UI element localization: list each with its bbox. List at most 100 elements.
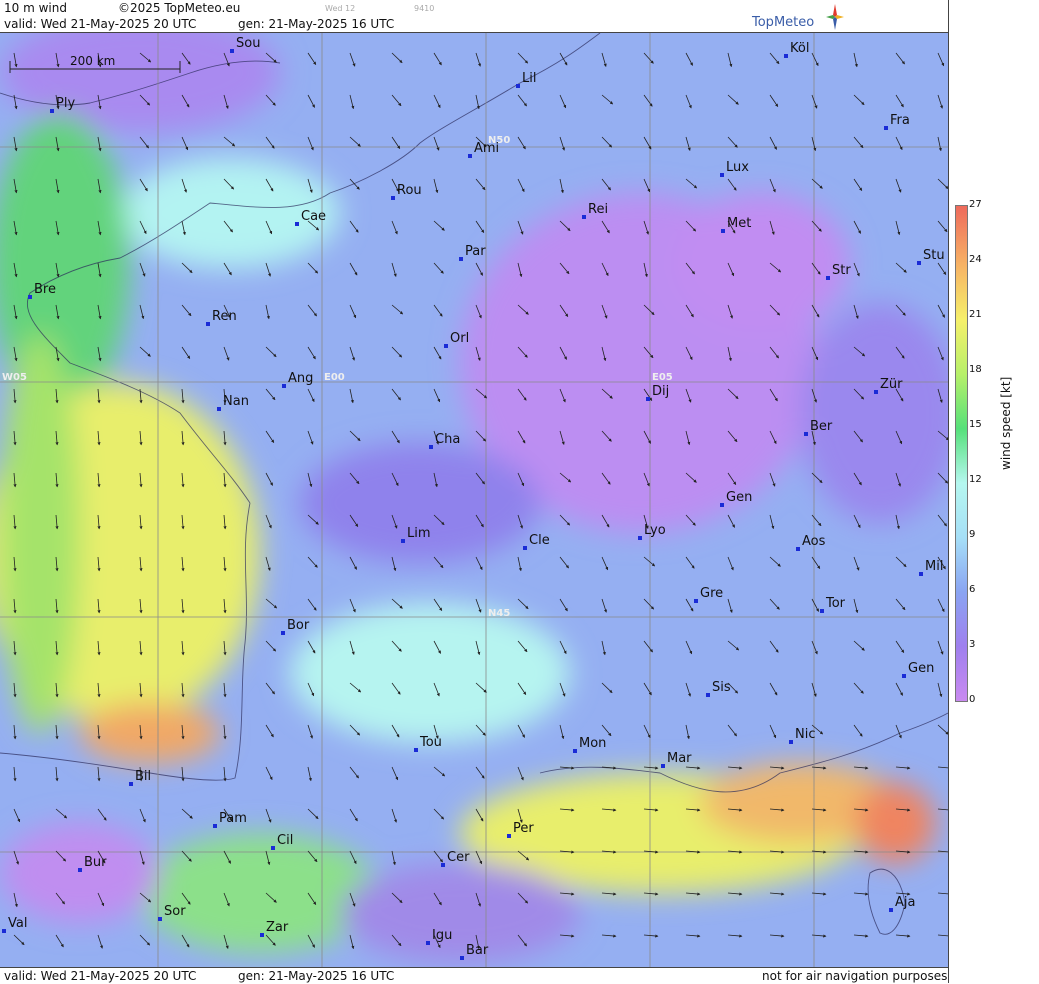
city-label: Cha	[435, 432, 460, 447]
city-label: Ajа	[895, 895, 915, 910]
city-marker	[213, 824, 217, 828]
graticule-label: N45	[488, 608, 510, 619]
legend-tick: 24	[969, 254, 982, 265]
legend-tick: 12	[969, 474, 982, 485]
city-label: Ami	[474, 141, 499, 156]
legend-tick: 15	[969, 419, 982, 430]
logo-text: TopMeteo	[752, 15, 815, 30]
footer-generated-time: gen: 21-May-2025 16 UTC	[238, 969, 395, 983]
city-label: Per	[513, 821, 534, 836]
city-marker	[50, 109, 54, 113]
city-label: Zar	[266, 920, 289, 935]
city-label: Tor	[825, 596, 846, 611]
city-marker	[721, 229, 725, 233]
city-marker	[78, 868, 82, 872]
city-marker	[919, 572, 923, 576]
city-marker	[573, 749, 577, 753]
city-marker	[507, 834, 511, 838]
color-legend: 27 24 21 18 15 12 9 6 3 0 wind speed [kt…	[948, 0, 1039, 983]
city-label: Bur	[84, 855, 107, 870]
city-label: Bil	[135, 769, 151, 784]
city-marker	[826, 276, 830, 280]
city-label: Sor	[164, 904, 186, 919]
city-label: Ren	[212, 309, 237, 324]
city-marker	[28, 295, 32, 299]
footer-valid-time: valid: Wed 21-May-2025 20 UTC	[4, 969, 197, 983]
city-marker	[638, 536, 642, 540]
wind-map-canvas: 200 km N50 N45 W05 E00 E05 SouPlyBruKölL…	[0, 33, 948, 967]
city-marker	[282, 384, 286, 388]
city-label: Rou	[397, 183, 422, 198]
city-marker	[902, 674, 906, 678]
city-marker	[720, 503, 724, 507]
city-label: Gre	[700, 586, 723, 601]
city-label: Rei	[588, 202, 608, 217]
city-marker	[129, 782, 133, 786]
city-label: Lil	[522, 71, 536, 86]
legend-tick: 18	[969, 364, 982, 375]
city-label: Igu	[432, 928, 452, 943]
city-marker	[582, 215, 586, 219]
city-marker	[2, 929, 6, 933]
city-label: Mar	[667, 751, 692, 766]
graticule-label: E05	[652, 372, 673, 383]
city-marker	[460, 956, 464, 960]
city-marker	[661, 764, 665, 768]
city-label: Mil	[925, 559, 943, 574]
city-label: Par	[465, 244, 486, 259]
city-label: Pam	[219, 811, 247, 826]
city-marker	[444, 344, 448, 348]
city-marker	[230, 49, 234, 53]
legend-tick: 3	[969, 639, 976, 650]
city-label: Dij	[652, 384, 669, 399]
city-label: Sou	[236, 36, 260, 51]
city-label: Ang	[288, 371, 313, 386]
city-label: Bor	[287, 618, 310, 633]
city-marker	[523, 546, 527, 550]
city-marker	[720, 173, 724, 177]
city-marker	[796, 547, 800, 551]
city-label: Zür	[880, 377, 903, 392]
city-label: Cil	[277, 833, 293, 848]
legend-tick: 9	[969, 529, 976, 540]
city-label: Nic	[795, 727, 815, 742]
city-marker	[884, 126, 888, 130]
city-marker	[820, 609, 824, 613]
city-marker	[429, 445, 433, 449]
city-label: Nan	[223, 394, 249, 409]
product-title: 10 m wind	[4, 1, 67, 15]
city-marker	[206, 322, 210, 326]
city-label: Köl	[790, 41, 809, 56]
legend-tick: 21	[969, 309, 982, 320]
legend-tick: 27	[969, 199, 982, 210]
wind-map[interactable]: 200 km N50 N45 W05 E00 E05 SouPlyBruKölL…	[0, 33, 948, 967]
city-marker	[889, 908, 893, 912]
navigation-disclaimer: not for air navigation purposes	[762, 969, 948, 983]
graticule-label: W05	[2, 372, 27, 383]
city-marker	[804, 432, 808, 436]
scale-label: 200 km	[70, 54, 115, 68]
city-label: Cae	[301, 209, 326, 224]
city-label: Orl	[450, 331, 469, 346]
small-code-label: 9410	[414, 4, 435, 13]
city-label: Sis	[712, 680, 731, 695]
city-marker	[271, 846, 275, 850]
city-marker	[694, 599, 698, 603]
city-label: Gen	[908, 661, 934, 676]
city-marker	[426, 941, 430, 945]
legend-tick: 6	[969, 584, 976, 595]
map-header: 10 m wind ©2025 TopMeteo.eu valid: Wed 2…	[0, 0, 948, 33]
city-marker	[401, 539, 405, 543]
city-label: Val	[8, 916, 27, 931]
small-time-label: Wed 12	[325, 4, 356, 13]
copyright-text: ©2025 TopMeteo.eu	[118, 1, 241, 15]
city-marker	[917, 261, 921, 265]
legend-unit-label: wind speed [kt]	[999, 376, 1013, 470]
legend-tick: 0	[969, 694, 976, 705]
city-label: Lux	[726, 160, 749, 175]
compass-icon	[826, 4, 844, 30]
city-marker	[281, 631, 285, 635]
city-label: Stu	[923, 248, 945, 263]
city-label: Bre	[34, 282, 56, 297]
city-label: Aos	[802, 534, 826, 549]
